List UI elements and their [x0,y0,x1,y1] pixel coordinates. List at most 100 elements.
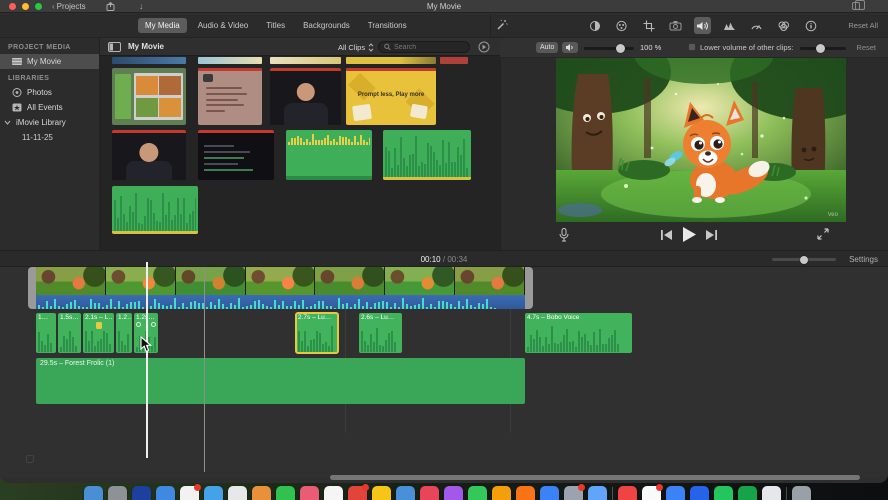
timeline-audio-clip[interactable]: 1.5s… [58,313,81,353]
dock-app-icon[interactable] [420,486,439,500]
media-thumb-audio-1[interactable] [286,130,372,180]
dock-app-icon[interactable] [564,484,585,500]
dock-app-icon[interactable] [468,486,487,500]
dock-app-icon[interactable] [588,486,607,500]
music-clip[interactable]: 29.5s – Forest Frolic (1) [36,358,525,404]
timeline-settings-button[interactable]: Settings [849,255,878,264]
ducking-slider[interactable] [800,44,846,53]
mute-button[interactable] [562,42,578,53]
speed-icon[interactable] [748,17,765,34]
timeline-audio-clip[interactable]: 2.1s – L… [83,313,114,353]
dock-app-icon[interactable] [690,486,709,500]
next-button[interactable] [706,230,717,240]
volume-reset-button[interactable]: Reset [856,43,876,52]
enhance-wand-icon[interactable] [496,19,508,31]
auto-volume-button[interactable]: Auto [536,42,559,53]
dock-app-icon[interactable] [642,484,663,500]
play-button[interactable] [683,227,696,242]
dock-app-icon[interactable] [84,486,103,500]
dock-app-icon[interactable] [492,486,511,500]
dock-app-icon[interactable] [516,486,535,500]
clip-strip[interactable] [112,57,186,64]
sidebar-item-my-movie[interactable]: My Movie [0,54,99,69]
dock-app-icon[interactable] [666,486,685,500]
dock-app-icon[interactable] [132,486,151,500]
tab-audio-video[interactable]: Audio & Video [191,18,256,33]
media-thumb-terminal[interactable] [198,130,274,180]
volume-tool-icon[interactable] [694,17,711,34]
timeline-zoom-knob[interactable] [800,255,808,264]
reset-all-button[interactable]: Reset All [848,21,878,30]
timeline-audio-clip[interactable]: 2.7s – Lu… [295,312,339,354]
search-field[interactable] [378,41,470,53]
timeline-audio-clip[interactable]: 1… [36,313,56,353]
timeline-zoom-slider[interactable] [772,255,836,264]
sidebar-item-imovie-library[interactable]: iMovie Library [0,115,99,130]
dock-app-icon[interactable] [228,486,247,500]
tab-my-media[interactable]: My Media [138,18,187,33]
color-balance-icon[interactable] [586,17,603,34]
dock-app-icon[interactable] [108,486,127,500]
continuous-playback-icon[interactable] [478,41,490,53]
media-thumb-audio-3[interactable] [112,186,198,234]
clip-strip[interactable] [198,57,262,64]
windows-icon[interactable] [852,0,865,10]
timeline-audio-clip[interactable]: 4.7s – Bobo Voice [525,313,632,353]
media-thumb-document[interactable] [198,68,262,125]
color-correction-icon[interactable] [613,17,630,34]
voiceover-mic-icon[interactable] [559,228,569,242]
dock-app-icon[interactable] [372,486,391,500]
dock-app-icon[interactable] [324,486,343,500]
sidebar-item-all-events[interactable]: All Events [0,100,99,115]
timeline-playhead[interactable] [146,262,148,458]
volume-slider-knob[interactable] [616,44,625,53]
lower-volume-checkbox[interactable] [688,43,696,51]
sidebar-toggle-icon[interactable] [108,42,121,52]
previous-button[interactable] [661,230,672,240]
fullscreen-icon[interactable] [817,228,829,240]
dock-app-icon[interactable] [792,486,811,500]
dock-app-icon[interactable] [396,486,415,500]
dock-app-icon[interactable] [714,486,733,500]
info-icon[interactable] [802,17,819,34]
clip-strip[interactable] [440,57,468,64]
clip-filter-dropdown[interactable]: All Clips [338,43,374,52]
timeline-skimmer[interactable] [204,267,205,472]
dock-app-icon[interactable] [540,486,559,500]
dock-app-icon[interactable] [204,486,223,500]
dock-app-icon[interactable] [348,484,369,500]
dock-app-icon[interactable] [252,486,271,500]
dock-app-icon[interactable] [276,486,295,500]
media-thumb-audio-2[interactable] [383,130,471,180]
dock-app-icon[interactable] [300,486,319,500]
volume-slider[interactable] [584,44,634,53]
dock-app-icon[interactable] [762,486,781,500]
dock-app-icon[interactable] [618,486,637,500]
stabilization-icon[interactable] [667,17,684,34]
noise-reduction-icon[interactable] [721,17,738,34]
ducking-slider-knob[interactable] [816,44,825,53]
clip-strip[interactable] [346,57,436,64]
video-clip-filmstrip[interactable] [36,267,525,295]
sidebar-item-photos[interactable]: Photos [0,85,99,100]
search-input[interactable] [394,43,464,51]
clip-trim-handle-right[interactable] [525,267,533,309]
sidebar-item-event-date[interactable]: 11-11-25 [0,130,99,145]
tab-titles[interactable]: Titles [259,18,292,33]
media-thumb-presenter[interactable] [270,68,341,125]
dock-app-icon[interactable] [156,486,175,500]
media-thumb-slide[interactable]: Prompt less, Play more [346,68,436,125]
timeline-scrollbar[interactable] [330,475,860,480]
video-clip-audio-waveform[interactable] [36,295,525,309]
clip-strip[interactable] [270,57,341,64]
timeline-audio-clip[interactable]: 2.6s – Lu… [359,313,402,353]
crop-icon[interactable] [640,17,657,34]
dock-app-icon[interactable] [738,486,757,500]
timeline-audio-clip[interactable]: 1.2… [116,313,132,353]
clip-trim-handle-left[interactable] [28,267,36,309]
tab-backgrounds[interactable]: Backgrounds [296,18,357,33]
dock-app-icon[interactable] [444,486,463,500]
dock-app-icon[interactable] [180,484,201,500]
media-thumb-presenter-2[interactable] [112,130,186,180]
media-thumb-screenshot-grid[interactable] [112,68,186,125]
